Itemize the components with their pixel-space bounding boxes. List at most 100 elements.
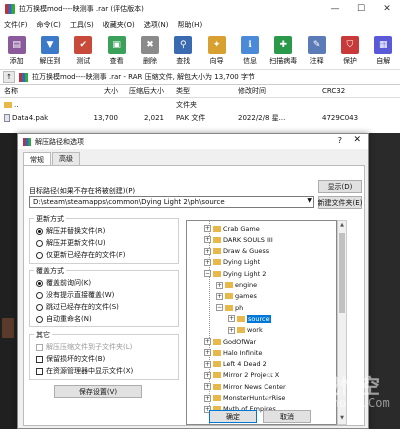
toolbar-button-8[interactable]: ✚ 扫描病毒 bbox=[267, 32, 300, 69]
radio-extract-update[interactable]: 解压并更新文件(U) bbox=[36, 238, 106, 248]
col-packed[interactable]: 压缩后大小 bbox=[122, 86, 168, 96]
window-title: 拉万换模mod----映测事 .rar (评估版本) bbox=[19, 4, 144, 13]
save-settings-button[interactable]: 保存设置(V) bbox=[54, 385, 142, 398]
folder-icon bbox=[237, 315, 245, 322]
dialog-close-button[interactable]: ✕ bbox=[353, 135, 361, 145]
toolbar-button-11[interactable]: ▦ 自解 bbox=[367, 32, 400, 69]
toolbar-icon: ✔ bbox=[74, 35, 93, 54]
expand-icon[interactable]: + bbox=[204, 225, 211, 232]
ok-button[interactable]: 确定 bbox=[209, 410, 257, 423]
toolbar-button-6[interactable]: ✦ 向导 bbox=[200, 32, 233, 69]
tree-node[interactable]: + GodOfWar bbox=[204, 337, 256, 346]
tree-node[interactable]: + Halo Infinite bbox=[204, 348, 262, 357]
toolbar-button-1[interactable]: ▼ 解压到 bbox=[33, 32, 66, 69]
tree-node[interactable]: + games bbox=[216, 292, 257, 301]
col-type[interactable]: 类型 bbox=[168, 86, 232, 96]
table-row[interactable]: Data4.pak 13,700 2,021 PAK 文件 2022/2/8 星… bbox=[0, 111, 400, 124]
expand-icon[interactable]: + bbox=[204, 371, 211, 379]
checkbox-extract-subfolder[interactable]: 解压压缩文件到子文件夹(L) bbox=[36, 342, 132, 352]
misc-title: 其它 bbox=[34, 330, 52, 340]
tree-node[interactable]: + DARK SOULS III bbox=[204, 235, 273, 244]
toolbar-button-7[interactable]: ℹ 信息 bbox=[233, 32, 266, 69]
checkbox-keep-broken[interactable]: 保留损坏的文件(B) bbox=[36, 354, 105, 364]
toolbar-label: 保护 bbox=[342, 56, 357, 65]
radio-overwrite-no-prompt[interactable]: 没有提示直接覆盖(W) bbox=[36, 290, 114, 300]
scroll-up-icon[interactable]: ▲ bbox=[338, 222, 346, 230]
up-folder-button[interactable]: ↑ bbox=[3, 71, 15, 83]
expand-icon[interactable]: + bbox=[216, 292, 223, 300]
tree-node[interactable]: + engine bbox=[216, 281, 257, 290]
tree-node[interactable]: + Dying Light bbox=[204, 258, 260, 267]
menu-options[interactable]: 选项(N) bbox=[144, 20, 169, 30]
toolbar-button-10[interactable]: ⛉ 保护 bbox=[333, 32, 366, 69]
tree-node[interactable]: + Crab Game bbox=[204, 224, 260, 233]
expand-icon[interactable]: + bbox=[216, 281, 223, 289]
folder-icon bbox=[225, 293, 233, 300]
tree-node[interactable]: − ph bbox=[216, 303, 243, 312]
menu-help[interactable]: 帮助(H) bbox=[177, 20, 202, 30]
winrar-icon bbox=[23, 137, 31, 146]
expand-icon[interactable]: − bbox=[216, 304, 223, 312]
folder-icon bbox=[237, 327, 245, 334]
minimize-button[interactable]: — bbox=[322, 0, 348, 17]
radio-ask-before-overwrite[interactable]: 覆盖前询问(K) bbox=[36, 278, 91, 288]
menu-commands[interactable]: 命令(C) bbox=[37, 20, 61, 30]
expand-icon[interactable]: + bbox=[204, 383, 211, 391]
dialog-tabs: 常规 高级 bbox=[23, 152, 81, 166]
expand-icon[interactable]: + bbox=[204, 338, 211, 345]
tab-general[interactable]: 常规 bbox=[23, 152, 51, 166]
menu-favorites[interactable]: 收藏夹(O) bbox=[103, 20, 135, 30]
radio-extract-replace[interactable]: 解压并替换文件(R) bbox=[36, 226, 105, 236]
tree-node[interactable]: + Left 4 Dead 2 bbox=[204, 360, 267, 369]
toolbar-button-5[interactable]: ⚲ 查找 bbox=[167, 32, 200, 69]
close-button[interactable]: ✕ bbox=[374, 0, 400, 17]
checkbox-show-in-explorer[interactable]: 在资源管理器中显示文件(X) bbox=[36, 366, 133, 376]
toolbar-button-0[interactable]: ▤ 添加 bbox=[0, 32, 33, 69]
col-modified[interactable]: 修改时间 bbox=[232, 86, 314, 96]
expand-icon[interactable]: + bbox=[204, 247, 211, 255]
watermark-subtext: DaiGhost.Com bbox=[303, 396, 390, 410]
expand-icon[interactable]: + bbox=[204, 349, 211, 357]
expand-icon[interactable]: + bbox=[204, 394, 211, 402]
expand-icon[interactable]: + bbox=[228, 315, 235, 323]
expand-icon[interactable]: + bbox=[204, 258, 211, 266]
new-folder-button[interactable]: 新建文件夹(E) bbox=[318, 196, 362, 209]
help-button[interactable]: ? bbox=[338, 136, 342, 145]
folder-icon bbox=[213, 383, 221, 390]
menu-tools[interactable]: 工具(S) bbox=[70, 20, 94, 30]
radio-skip-existing[interactable]: 跳过已经存在的文件(S) bbox=[36, 302, 119, 312]
table-row[interactable]: .. 文件夹 bbox=[0, 98, 400, 111]
tab-advanced[interactable]: 高级 bbox=[52, 152, 80, 165]
menu-file[interactable]: 文件(F) bbox=[4, 20, 28, 30]
expand-icon[interactable]: − bbox=[204, 270, 211, 278]
scroll-thumb[interactable] bbox=[339, 233, 345, 313]
radio-update-existing[interactable]: 仅更新已经存在的文件(F) bbox=[36, 250, 126, 260]
toolbar-label: 扫描病毒 bbox=[269, 56, 298, 65]
toolbar-icon: ⛉ bbox=[340, 35, 359, 54]
tree-node[interactable]: + Draw & Guess bbox=[204, 247, 269, 256]
toolbar-button-4[interactable]: ✖ 删除 bbox=[133, 32, 166, 69]
toolbar-button-9[interactable]: ✎ 注释 bbox=[300, 32, 333, 69]
tree-node[interactable]: − Dying Light 2 bbox=[204, 269, 266, 278]
toolbar-label: 查看 bbox=[109, 56, 124, 65]
radio-auto-rename[interactable]: 自动重命名(N) bbox=[36, 314, 92, 324]
chevron-down-icon[interactable]: ▼ bbox=[307, 197, 312, 204]
expand-icon[interactable]: + bbox=[204, 236, 211, 244]
col-size[interactable]: 大小 bbox=[62, 86, 122, 96]
toolbar-button-2[interactable]: ✔ 测试 bbox=[67, 32, 100, 69]
show-button[interactable]: 显示(D) bbox=[318, 180, 362, 193]
tree-node[interactable]: + source bbox=[228, 314, 271, 323]
dest-path-input[interactable]: D:\steam\steamapps\common\Dying Light 2\… bbox=[29, 196, 314, 208]
toolbar-label: 向导 bbox=[209, 56, 224, 65]
toolbar-label: 自解 bbox=[376, 56, 391, 65]
scroll-down-icon[interactable]: ▼ bbox=[338, 415, 346, 423]
cancel-button[interactable]: 取消 bbox=[263, 410, 311, 423]
background-left bbox=[0, 133, 17, 429]
expand-icon[interactable]: + bbox=[228, 326, 235, 334]
col-crc[interactable]: CRC32 bbox=[314, 87, 374, 95]
toolbar-button-3[interactable]: ▣ 查看 bbox=[100, 32, 133, 69]
maximize-button[interactable]: ☐ bbox=[348, 0, 374, 17]
tree-node[interactable]: + work bbox=[228, 326, 263, 335]
expand-icon[interactable]: + bbox=[204, 360, 211, 368]
col-name[interactable]: 名称 bbox=[0, 86, 62, 96]
